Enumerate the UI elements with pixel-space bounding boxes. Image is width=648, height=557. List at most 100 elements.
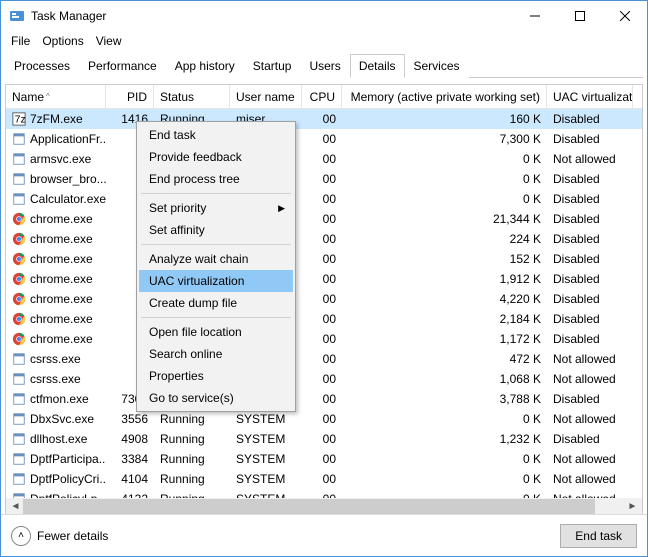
menu-item-set-affinity[interactable]: Set affinity — [139, 219, 293, 241]
col-memory[interactable]: Memory (active private working set) — [342, 85, 547, 108]
menu-item-create-dump-file[interactable]: Create dump file — [139, 292, 293, 314]
cell-uac: Disabled — [547, 269, 633, 289]
cell-cpu: 00 — [302, 329, 342, 349]
col-status[interactable]: Status — [154, 85, 230, 108]
col-uac[interactable]: UAC virtualizat — [547, 85, 633, 108]
menu-separator — [141, 244, 291, 245]
table-row[interactable]: chrome.exe0021,344 KDisabled — [6, 209, 642, 229]
chevron-up-icon: ˄ — [11, 526, 31, 546]
table-row[interactable]: chrome.exe004,220 KDisabled — [6, 289, 642, 309]
svg-text:7z: 7z — [15, 114, 26, 126]
process-name: chrome.exe — [30, 232, 93, 246]
fewer-details-toggle[interactable]: ˄ Fewer details — [11, 526, 108, 546]
cell-cpu: 00 — [302, 409, 342, 429]
table-row[interactable]: ctfmon.exe7308Runningmiser003,788 KDisab… — [6, 389, 642, 409]
cell-pid: 3384 — [106, 449, 154, 469]
process-icon — [12, 332, 26, 346]
tab-services[interactable]: Services — [405, 54, 469, 78]
cell-cpu: 00 — [302, 109, 342, 129]
process-name: csrss.exe — [30, 352, 81, 366]
tab-app-history[interactable]: App history — [166, 54, 244, 78]
scrollbar-thumb[interactable] — [23, 499, 595, 514]
menu-item-end-task[interactable]: End task — [139, 124, 293, 146]
table-row[interactable]: chrome.exe00224 KDisabled — [6, 229, 642, 249]
menu-item-properties[interactable]: Properties — [139, 365, 293, 387]
table-row[interactable]: browser_bro...000 KDisabled — [6, 169, 642, 189]
col-user[interactable]: User name — [230, 85, 302, 108]
table-row[interactable]: csrss.exeM00472 KNot allowed — [6, 349, 642, 369]
table-row[interactable]: DptfPolicyCri...4104RunningSYSTEM000 KNo… — [6, 469, 642, 489]
table-row[interactable]: DbxSvc.exe3556RunningSYSTEM000 KNot allo… — [6, 409, 642, 429]
tab-details[interactable]: Details — [350, 54, 405, 78]
cell-cpu: 00 — [302, 269, 342, 289]
menu-item-uac-virtualization[interactable]: UAC virtualization — [139, 270, 293, 292]
cell-memory: 1,172 K — [342, 329, 547, 349]
menu-item-provide-feedback[interactable]: Provide feedback — [139, 146, 293, 168]
tab-strip: Processes Performance App history Startu… — [5, 53, 643, 78]
window-title: Task Manager — [31, 9, 512, 23]
menu-file[interactable]: File — [5, 32, 36, 50]
table-header: Name^ PID Status User name CPU Memory (a… — [6, 85, 642, 109]
table-row[interactable]: chrome.exe 001,172 KDisabled — [6, 329, 642, 349]
process-icon — [12, 212, 26, 226]
menu-separator — [141, 317, 291, 318]
table-row[interactable]: dllhost.exe4908RunningSYSTEM001,232 KDis… — [6, 429, 642, 449]
cell-status: Running — [154, 409, 230, 429]
table-row[interactable]: chrome.exe002,184 KDisabled — [6, 309, 642, 329]
end-task-button[interactable]: End task — [560, 524, 637, 548]
table-row[interactable]: Calculator.exe000 KDisabled — [6, 189, 642, 209]
process-name: DbxSvc.exe — [30, 412, 94, 426]
cell-uac: Disabled — [547, 129, 633, 149]
process-name: chrome.exe — [30, 292, 93, 306]
menu-item-open-file-location[interactable]: Open file location — [139, 321, 293, 343]
sort-indicator-icon: ^ — [46, 92, 50, 101]
horizontal-scrollbar[interactable]: ◄ ► — [6, 498, 642, 515]
process-name: csrss.exe — [30, 372, 81, 386]
cell-cpu: 00 — [302, 289, 342, 309]
table-row[interactable]: 7z7zFM.exe1416Runningmiser00160 KDisable… — [6, 109, 642, 129]
cell-uac: Not allowed — [547, 369, 633, 389]
table-row[interactable]: ApplicationFr...007,300 KDisabled — [6, 129, 642, 149]
menu-item-search-online[interactable]: Search online — [139, 343, 293, 365]
tab-processes[interactable]: Processes — [5, 54, 79, 78]
minimize-button[interactable] — [512, 1, 557, 31]
menu-item-go-to-service-s-[interactable]: Go to service(s) — [139, 387, 293, 409]
process-name: chrome.exe — [30, 212, 93, 226]
table-row[interactable]: armsvc.exeM000 KNot allowed — [6, 149, 642, 169]
tab-users[interactable]: Users — [300, 54, 349, 78]
cell-user: SYSTEM — [230, 449, 302, 469]
tab-startup[interactable]: Startup — [244, 54, 301, 78]
maximize-button[interactable] — [557, 1, 602, 31]
menu-item-end-process-tree[interactable]: End process tree — [139, 168, 293, 190]
scroll-right-icon[interactable]: ► — [625, 499, 640, 514]
tab-performance[interactable]: Performance — [79, 54, 166, 78]
context-menu: End taskProvide feedbackEnd process tree… — [136, 121, 296, 412]
menu-options[interactable]: Options — [36, 32, 89, 50]
cell-cpu: 00 — [302, 169, 342, 189]
menu-view[interactable]: View — [90, 32, 128, 50]
process-table: Name^ PID Status User name CPU Memory (a… — [5, 84, 643, 516]
menu-item-analyze-wait-chain[interactable]: Analyze wait chain — [139, 248, 293, 270]
cell-uac: Disabled — [547, 169, 633, 189]
cell-memory: 1,232 K — [342, 429, 547, 449]
col-name[interactable]: Name^ — [6, 85, 106, 108]
col-cpu[interactable]: CPU — [302, 85, 342, 108]
process-name: chrome.exe — [30, 332, 93, 346]
scroll-left-icon[interactable]: ◄ — [8, 499, 23, 514]
table-row[interactable]: DptfParticipa...3384RunningSYSTEM000 KNo… — [6, 449, 642, 469]
menu-item-set-priority[interactable]: Set priority▶ — [139, 197, 293, 219]
process-name: DptfPolicyCri... — [30, 472, 106, 486]
cell-uac: Disabled — [547, 389, 633, 409]
table-row[interactable]: chrome.exe00152 KDisabled — [6, 249, 642, 269]
table-row[interactable]: csrss.exeM001,068 KNot allowed — [6, 369, 642, 389]
cell-cpu: 00 — [302, 469, 342, 489]
table-row[interactable]: chrome.exe001,912 KDisabled — [6, 269, 642, 289]
close-button[interactable] — [602, 1, 647, 31]
col-pid[interactable]: PID — [106, 85, 154, 108]
cell-cpu: 00 — [302, 309, 342, 329]
process-icon — [12, 192, 26, 206]
process-icon — [12, 392, 26, 406]
cell-uac: Disabled — [547, 429, 633, 449]
process-name: DptfParticipa... — [30, 452, 106, 466]
cell-uac: Disabled — [547, 329, 633, 349]
